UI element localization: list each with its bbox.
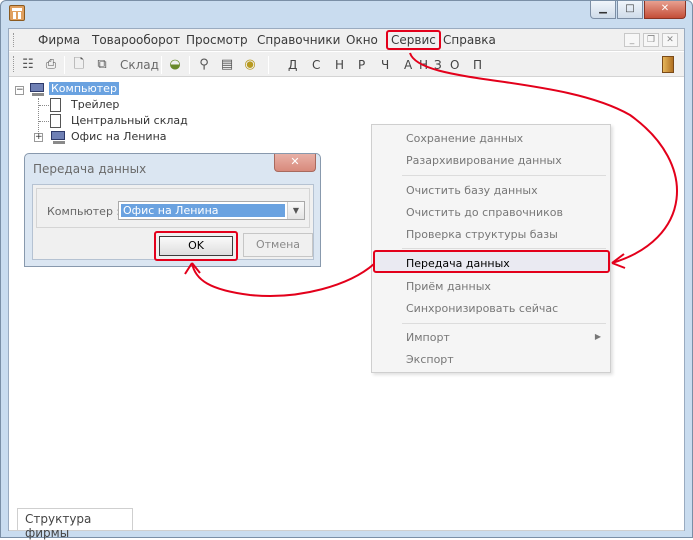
- toolbar-letter-n[interactable]: Н: [335, 58, 344, 72]
- tree-item-trailer[interactable]: Трейлер: [71, 98, 119, 114]
- tree-item-label: Трейлер: [71, 98, 120, 111]
- submenu-arrow-icon: ▶: [594, 332, 601, 341]
- mdi-controls: _ ❐ ✕: [624, 33, 678, 47]
- computer-label: Компьютер :: [47, 205, 121, 218]
- menu-item-import[interactable]: Импорт: [406, 331, 450, 344]
- toolbar-separator: [161, 56, 162, 74]
- tree-line: [39, 121, 49, 122]
- computer-icon: [51, 131, 67, 144]
- menu-firma[interactable]: Фирма: [38, 33, 80, 47]
- computer-combobox[interactable]: Офис на Ленина ▼: [118, 201, 305, 220]
- toolbar-letter-n2[interactable]: Н: [419, 58, 428, 72]
- expand-icon[interactable]: +: [34, 133, 43, 142]
- toolbar-letter-p[interactable]: П: [473, 58, 482, 72]
- tree-item-label: Офис на Ленина: [71, 130, 167, 143]
- toolbar-letter-d[interactable]: Д: [288, 58, 297, 72]
- print-icon[interactable]: ⎙: [43, 57, 59, 73]
- menu-item-clear-to-references[interactable]: Очистить до справочников: [406, 206, 563, 219]
- menu-item-save-data[interactable]: Сохранение данных: [406, 132, 523, 145]
- toolbar-letter-s[interactable]: С: [312, 58, 320, 72]
- computer-combobox-value: Офис на Ленина: [121, 204, 285, 217]
- coin-icon[interactable]: ◉: [242, 57, 258, 73]
- new-document-icon[interactable]: 🗋: [71, 57, 87, 73]
- app-icon: [9, 5, 25, 21]
- menu-item-clear-database[interactable]: Очистить базу данных: [406, 184, 538, 197]
- mdi-minimize-button[interactable]: _: [624, 33, 640, 47]
- service-menu: Сохранение данных Разархивирование данны…: [371, 124, 611, 373]
- sklad-button[interactable]: Склад: [120, 58, 159, 72]
- menu-prosmotr[interactable]: Просмотр: [186, 33, 248, 47]
- toolbar-letter-o[interactable]: О: [450, 58, 459, 72]
- basket-icon[interactable]: ◒: [167, 57, 183, 73]
- toolbar-separator: [64, 56, 65, 74]
- close-button[interactable]: ✕: [644, 1, 686, 19]
- toolbar-letter-a[interactable]: А: [404, 58, 412, 72]
- tree-item-label: Компьютер: [49, 82, 119, 95]
- menu-item-receive-data[interactable]: Приём данных: [406, 280, 491, 293]
- toolbar-separator: [189, 56, 190, 74]
- menu-servis[interactable]: Сервис: [386, 30, 441, 50]
- menu-item-data-transfer[interactable]: Передача данных: [406, 257, 510, 270]
- menu-spravka[interactable]: Справка: [443, 33, 496, 47]
- collapse-icon[interactable]: −: [15, 86, 24, 95]
- dialog-title: Передача данных: [33, 162, 147, 176]
- window-controls: ▁ □ ✕: [589, 1, 686, 19]
- tree-line: [39, 105, 49, 106]
- menu-item-sync-now[interactable]: Синхронизировать сейчас: [406, 302, 558, 315]
- toolbar-grip: [13, 56, 16, 72]
- menubar: Фирма Товарооборот Просмотр Справочники …: [9, 29, 684, 51]
- toolbar-separator: [268, 56, 269, 74]
- tab-company-structure[interactable]: Структура фирмы: [17, 508, 133, 540]
- maximize-button[interactable]: □: [617, 1, 643, 19]
- toolbar-letter-z[interactable]: З: [434, 58, 442, 72]
- menu-separator: [402, 323, 606, 324]
- tree-item-label: Центральный склад: [71, 114, 188, 127]
- tree-item-central-warehouse[interactable]: Центральный склад: [71, 114, 188, 130]
- mdi-restore-button[interactable]: ❐: [643, 33, 659, 47]
- document-icon: [50, 114, 61, 128]
- toolbar-letter-ch[interactable]: Ч: [381, 58, 389, 72]
- search-icon[interactable]: ⚲: [196, 57, 212, 73]
- toolbar-letter-r[interactable]: Р: [358, 58, 365, 72]
- exit-door-icon[interactable]: [662, 56, 674, 73]
- cancel-button[interactable]: Отмена: [243, 233, 313, 257]
- toolbar: ☷ ⎙ 🗋 ⧉ Склад ◒ ⚲ ▤ ◉ Д С Н Р Ч А Н З О …: [9, 52, 684, 77]
- menu-item-check-db-structure[interactable]: Проверка структуры базы: [406, 228, 558, 241]
- minimize-button[interactable]: ▁: [590, 1, 616, 19]
- menu-separator: [402, 248, 606, 249]
- menubar-grip: [13, 33, 16, 47]
- dialog-close-button[interactable]: ✕: [274, 154, 316, 172]
- tree-view-icon[interactable]: ☷: [20, 57, 36, 73]
- computer-group: Компьютер : Офис на Ленина ▼: [36, 188, 310, 228]
- ok-button[interactable]: OK: [159, 236, 233, 256]
- report-icon[interactable]: ▤: [219, 57, 235, 73]
- dialog-body: Компьютер : Офис на Ленина ▼ OK Отмена: [32, 184, 314, 261]
- menu-item-export[interactable]: Экспорт: [406, 353, 454, 366]
- copy-icon[interactable]: ⧉: [94, 57, 110, 73]
- menu-item-unarchive-data[interactable]: Разархивирование данных: [406, 154, 562, 167]
- mdi-close-button[interactable]: ✕: [662, 33, 678, 47]
- ok-button-highlight: OK: [154, 231, 238, 261]
- data-transfer-dialog: Передача данных ✕ Компьютер : Офис на Ле…: [24, 153, 321, 267]
- menu-separator: [402, 175, 606, 176]
- tabbar-line: [9, 530, 684, 531]
- tree-item-office-lenina[interactable]: Офис на Ленина: [71, 130, 167, 146]
- chevron-down-icon[interactable]: ▼: [287, 202, 304, 219]
- menu-spravochniki[interactable]: Справочники: [257, 33, 340, 47]
- menu-okno[interactable]: Окно: [346, 33, 378, 47]
- tree-item-root[interactable]: Компьютер: [49, 82, 119, 98]
- computer-icon: [30, 83, 46, 96]
- menu-tovarooborot[interactable]: Товарооборот: [92, 33, 180, 47]
- document-icon: [50, 98, 61, 112]
